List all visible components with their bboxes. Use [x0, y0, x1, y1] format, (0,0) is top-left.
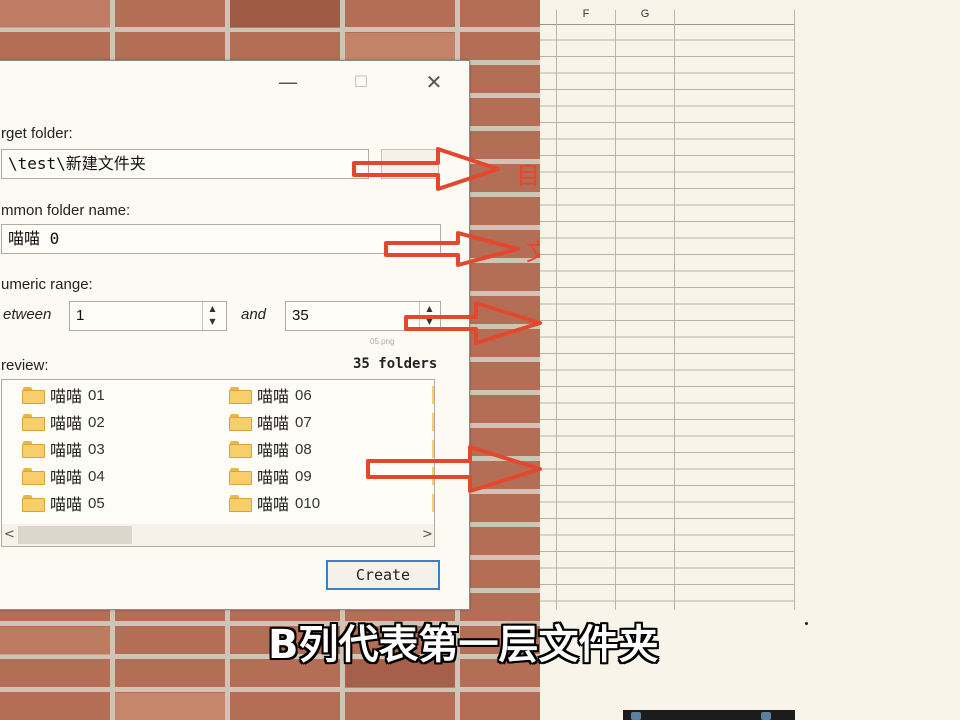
folder-icon	[229, 494, 253, 512]
brick-tint	[345, 33, 455, 61]
scrollbar-thumb[interactable]	[18, 526, 132, 544]
folder-count-label: 35 folders	[353, 356, 438, 372]
brick-tint	[230, 0, 340, 28]
taskbar	[623, 710, 795, 720]
numeric-range-label: umeric range:	[1, 276, 93, 293]
folder-icon	[22, 386, 46, 404]
preview-folder-item[interactable]: 喵喵 05	[22, 491, 105, 515]
video-subtitle: B列代表第一层文件夹	[268, 622, 659, 668]
folder-icon	[229, 467, 253, 485]
folder-icon	[229, 386, 253, 404]
arrow-right-icon	[352, 147, 500, 191]
preview-folder-item[interactable]: 喵喵 08	[229, 437, 312, 461]
preview-folder-name: 喵喵	[50, 468, 83, 487]
preview-folder-number: 02	[88, 413, 105, 431]
folder-icon	[22, 440, 46, 458]
preview-folder-number: 07	[295, 413, 312, 431]
preview-folder-number: 04	[88, 467, 105, 485]
preview-folder-name: 喵喵	[50, 495, 83, 514]
arrow-right-icon	[404, 301, 542, 345]
preview-folder-item[interactable]: 喵喵 04	[22, 464, 105, 488]
preview-folder-item[interactable]: 喵喵 03	[22, 437, 105, 461]
brick-tint	[0, 0, 110, 28]
folder-icon	[229, 413, 253, 431]
preview-folder-name: 喵喵	[50, 387, 83, 406]
create-folders-dialog: — ☐ ✕ rget folder: \test\新建文件夹 mmon fold…	[0, 60, 470, 610]
close-button[interactable]: ✕	[414, 69, 454, 95]
minimize-button[interactable]: —	[268, 69, 308, 95]
column-header-g[interactable]: G	[616, 8, 674, 20]
folder-icon	[22, 467, 46, 485]
spin-up-icon[interactable]: ▲	[203, 302, 222, 315]
scroll-right-icon[interactable]: >	[422, 524, 433, 546]
column-header-f[interactable]: F	[557, 8, 615, 20]
arrow-right-icon	[366, 445, 542, 493]
close-icon: ✕	[425, 70, 443, 94]
common-folder-name-label: mmon folder name:	[1, 202, 131, 219]
cell-grid[interactable]	[540, 24, 795, 610]
preview-folder-item[interactable]: 喵喵 06	[229, 383, 312, 407]
preview-folder-item[interactable]: 喵喵 09	[229, 464, 312, 488]
folder-icon	[432, 413, 434, 431]
preview-folder-number: 05	[88, 494, 105, 512]
taskbar-app-icon[interactable]	[761, 712, 771, 720]
preview-folder-name: 喵喵	[257, 414, 290, 433]
folder-icon	[432, 386, 434, 404]
folder-icon	[432, 494, 434, 512]
preview-folder-name: 喵喵	[50, 441, 83, 460]
preview-folder-number: 09	[295, 467, 312, 485]
preview-folder-name: 喵喵	[257, 495, 290, 514]
spin-down-icon[interactable]: ▼	[203, 315, 222, 328]
brick-tint	[0, 627, 110, 655]
maximize-button[interactable]: ☐	[341, 69, 381, 95]
brick-tint	[115, 693, 225, 720]
preview-folder-number: 06	[295, 386, 312, 404]
folder-icon	[229, 440, 253, 458]
common-folder-name-input[interactable]: 喵喵 0	[1, 224, 441, 254]
arrow-right-icon	[384, 231, 520, 267]
preview-label: review:	[1, 357, 49, 374]
scroll-left-icon[interactable]: <	[4, 524, 15, 546]
folder-icon	[22, 494, 46, 512]
filename-hint: 05.png	[370, 337, 395, 346]
preview-folder-name: 喵喵	[257, 468, 290, 487]
preview-folder-number: 01	[88, 386, 105, 404]
preview-folder-number: 08	[295, 440, 312, 458]
between-label: etween	[3, 306, 52, 323]
create-button[interactable]: Create	[326, 560, 440, 590]
stray-dot	[805, 622, 808, 625]
range-from-spinner[interactable]: ▲ ▼	[202, 302, 222, 330]
preview-folder-name: 喵喵	[257, 387, 290, 406]
folder-icon	[22, 413, 46, 431]
taskbar-app-icon[interactable]	[631, 712, 641, 720]
preview-folder-item[interactable]: 喵喵 07	[229, 410, 312, 434]
preview-folder-name: 喵喵	[257, 441, 290, 460]
and-label: and	[241, 306, 267, 323]
horizontal-scrollbar[interactable]: < >	[2, 524, 434, 546]
preview-folder-number: 010	[295, 494, 321, 512]
preview-folder-name: 喵喵	[50, 414, 83, 433]
preview-folder-item[interactable]: 喵喵 01	[22, 383, 105, 407]
target-folder-input[interactable]: \test\新建文件夹	[1, 149, 369, 179]
preview-folder-item[interactable]: 喵喵 02	[22, 410, 105, 434]
annotation-text: 文	[526, 238, 540, 266]
preview-folder-number: 03	[88, 440, 105, 458]
preview-folder-item[interactable]: 喵喵 010	[229, 491, 320, 515]
maximize-icon: ☐	[353, 72, 369, 91]
annotation-text: 目	[516, 162, 540, 190]
minimize-icon: —	[278, 70, 298, 94]
target-folder-label: rget folder:	[1, 125, 73, 142]
